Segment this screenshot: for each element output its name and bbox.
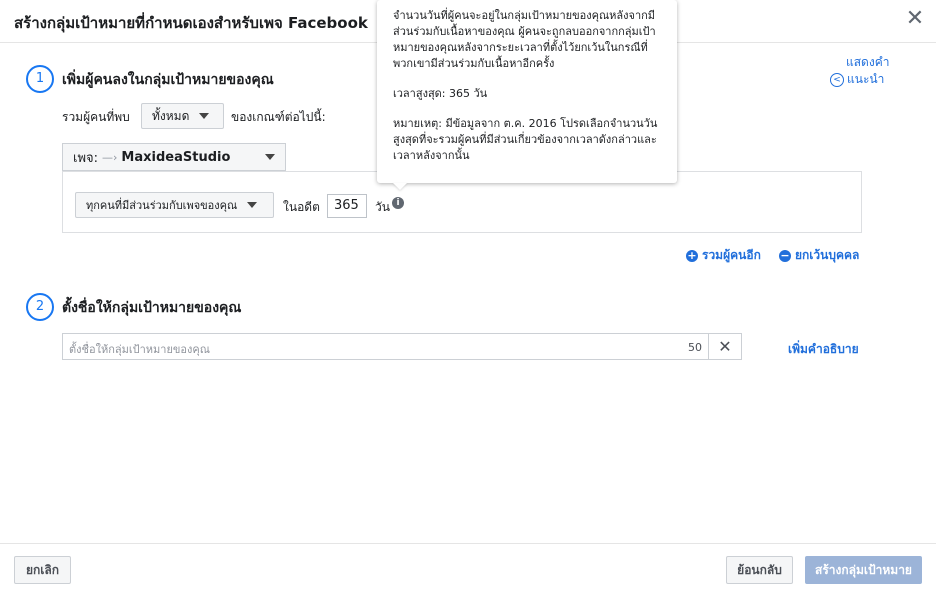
criteria-label: ของเกณฑ์ต่อไปนี้: bbox=[231, 110, 326, 124]
include-more-label: รวมผู้คนอีก bbox=[702, 248, 761, 262]
show-tips-label-1: แสดงคำ bbox=[846, 55, 890, 69]
audience-name-input[interactable]: ตั้งชื่อให้กลุ่มเป้าหมายของคุณ bbox=[62, 333, 709, 360]
retention-days-input[interactable]: 365 bbox=[327, 194, 367, 218]
retention-tooltip: จำนวนวันที่ผู้คนจะอยู่ในกลุ่มเป้าหมายของ… bbox=[377, 0, 677, 183]
step-1-title: เพิ่มผู้คนลงในกลุ่มเป้าหมายของคุณ bbox=[62, 72, 274, 88]
exclude-people-link[interactable]: − ยกเว้นบุคคล bbox=[779, 246, 859, 265]
step-1-badge: 1 bbox=[26, 65, 54, 93]
page-select[interactable]: เพจ: —› MaxideaStudio bbox=[62, 143, 286, 171]
match-dropdown-value: ทั้งหมด bbox=[152, 108, 190, 123]
engagement-type-dropdown[interactable]: ทุกคนที่มีส่วนร่วมกับเพจของคุณ bbox=[75, 192, 274, 218]
create-audience-button[interactable]: สร้างกลุ่มเป้าหมาย bbox=[805, 556, 922, 584]
plus-circle-icon: + bbox=[686, 248, 698, 262]
dialog-title: สร้างกลุ่มเป้าหมายที่กำหนดเองสำหรับเพจ F… bbox=[14, 14, 368, 32]
in-past-label: ในอดีต bbox=[283, 200, 320, 214]
clear-name-button[interactable]: ✕ bbox=[709, 333, 742, 360]
step-2-title: ตั้งชื่อให้กลุ่มเป้าหมายของคุณ bbox=[62, 300, 242, 316]
dialog-footer bbox=[0, 543, 936, 594]
include-more-link[interactable]: + รวมผู้คนอีก bbox=[686, 246, 761, 265]
show-tips-link[interactable]: แสดงคำ < แนะนำ bbox=[830, 54, 890, 88]
chevron-left-icon: < bbox=[830, 72, 844, 87]
cancel-button[interactable]: ยกเลิก bbox=[14, 556, 71, 584]
exclude-people-label: ยกเว้นบุคคล bbox=[795, 248, 860, 262]
show-tips-label-2: แนะนำ bbox=[847, 72, 885, 86]
info-icon[interactable]: i bbox=[392, 197, 404, 209]
back-button[interactable]: ย้อนกลับ bbox=[726, 556, 793, 584]
include-label: รวมผู้คนที่พบ bbox=[62, 110, 130, 124]
tooltip-arrow bbox=[393, 183, 407, 190]
minus-circle-icon: − bbox=[779, 248, 791, 262]
tooltip-paragraph-2: เวลาสูงสุด: 365 วัน bbox=[393, 87, 488, 100]
tooltip-paragraph-3: หมายเหตุ: มีข้อมูลจาก ต.ค. 2016 โปรดเลือ… bbox=[393, 117, 658, 162]
close-icon[interactable]: ✕ bbox=[904, 8, 926, 30]
tooltip-paragraph-1: จำนวนวันที่ผู้คนจะอยู่ในกลุ่มเป้าหมายของ… bbox=[393, 9, 656, 70]
days-unit-label: วัน bbox=[375, 200, 390, 214]
add-description-link[interactable]: เพิ่มคำอธิบาย bbox=[788, 340, 859, 359]
engagement-type-value: ทุกคนที่มีส่วนร่วมกับเพจของคุณ bbox=[86, 199, 238, 212]
match-any-all-dropdown[interactable]: ทั้งหมด bbox=[141, 103, 224, 129]
page-avatar-icon: —› bbox=[102, 150, 118, 164]
step-2-badge: 2 bbox=[26, 293, 54, 321]
page-name: MaxideaStudio bbox=[121, 149, 231, 165]
caret-down-icon bbox=[199, 113, 210, 119]
caret-down-icon bbox=[265, 154, 275, 160]
caret-down-icon bbox=[247, 202, 258, 208]
char-count: 50 bbox=[688, 341, 702, 354]
page-select-prefix: เพจ: bbox=[73, 150, 99, 166]
